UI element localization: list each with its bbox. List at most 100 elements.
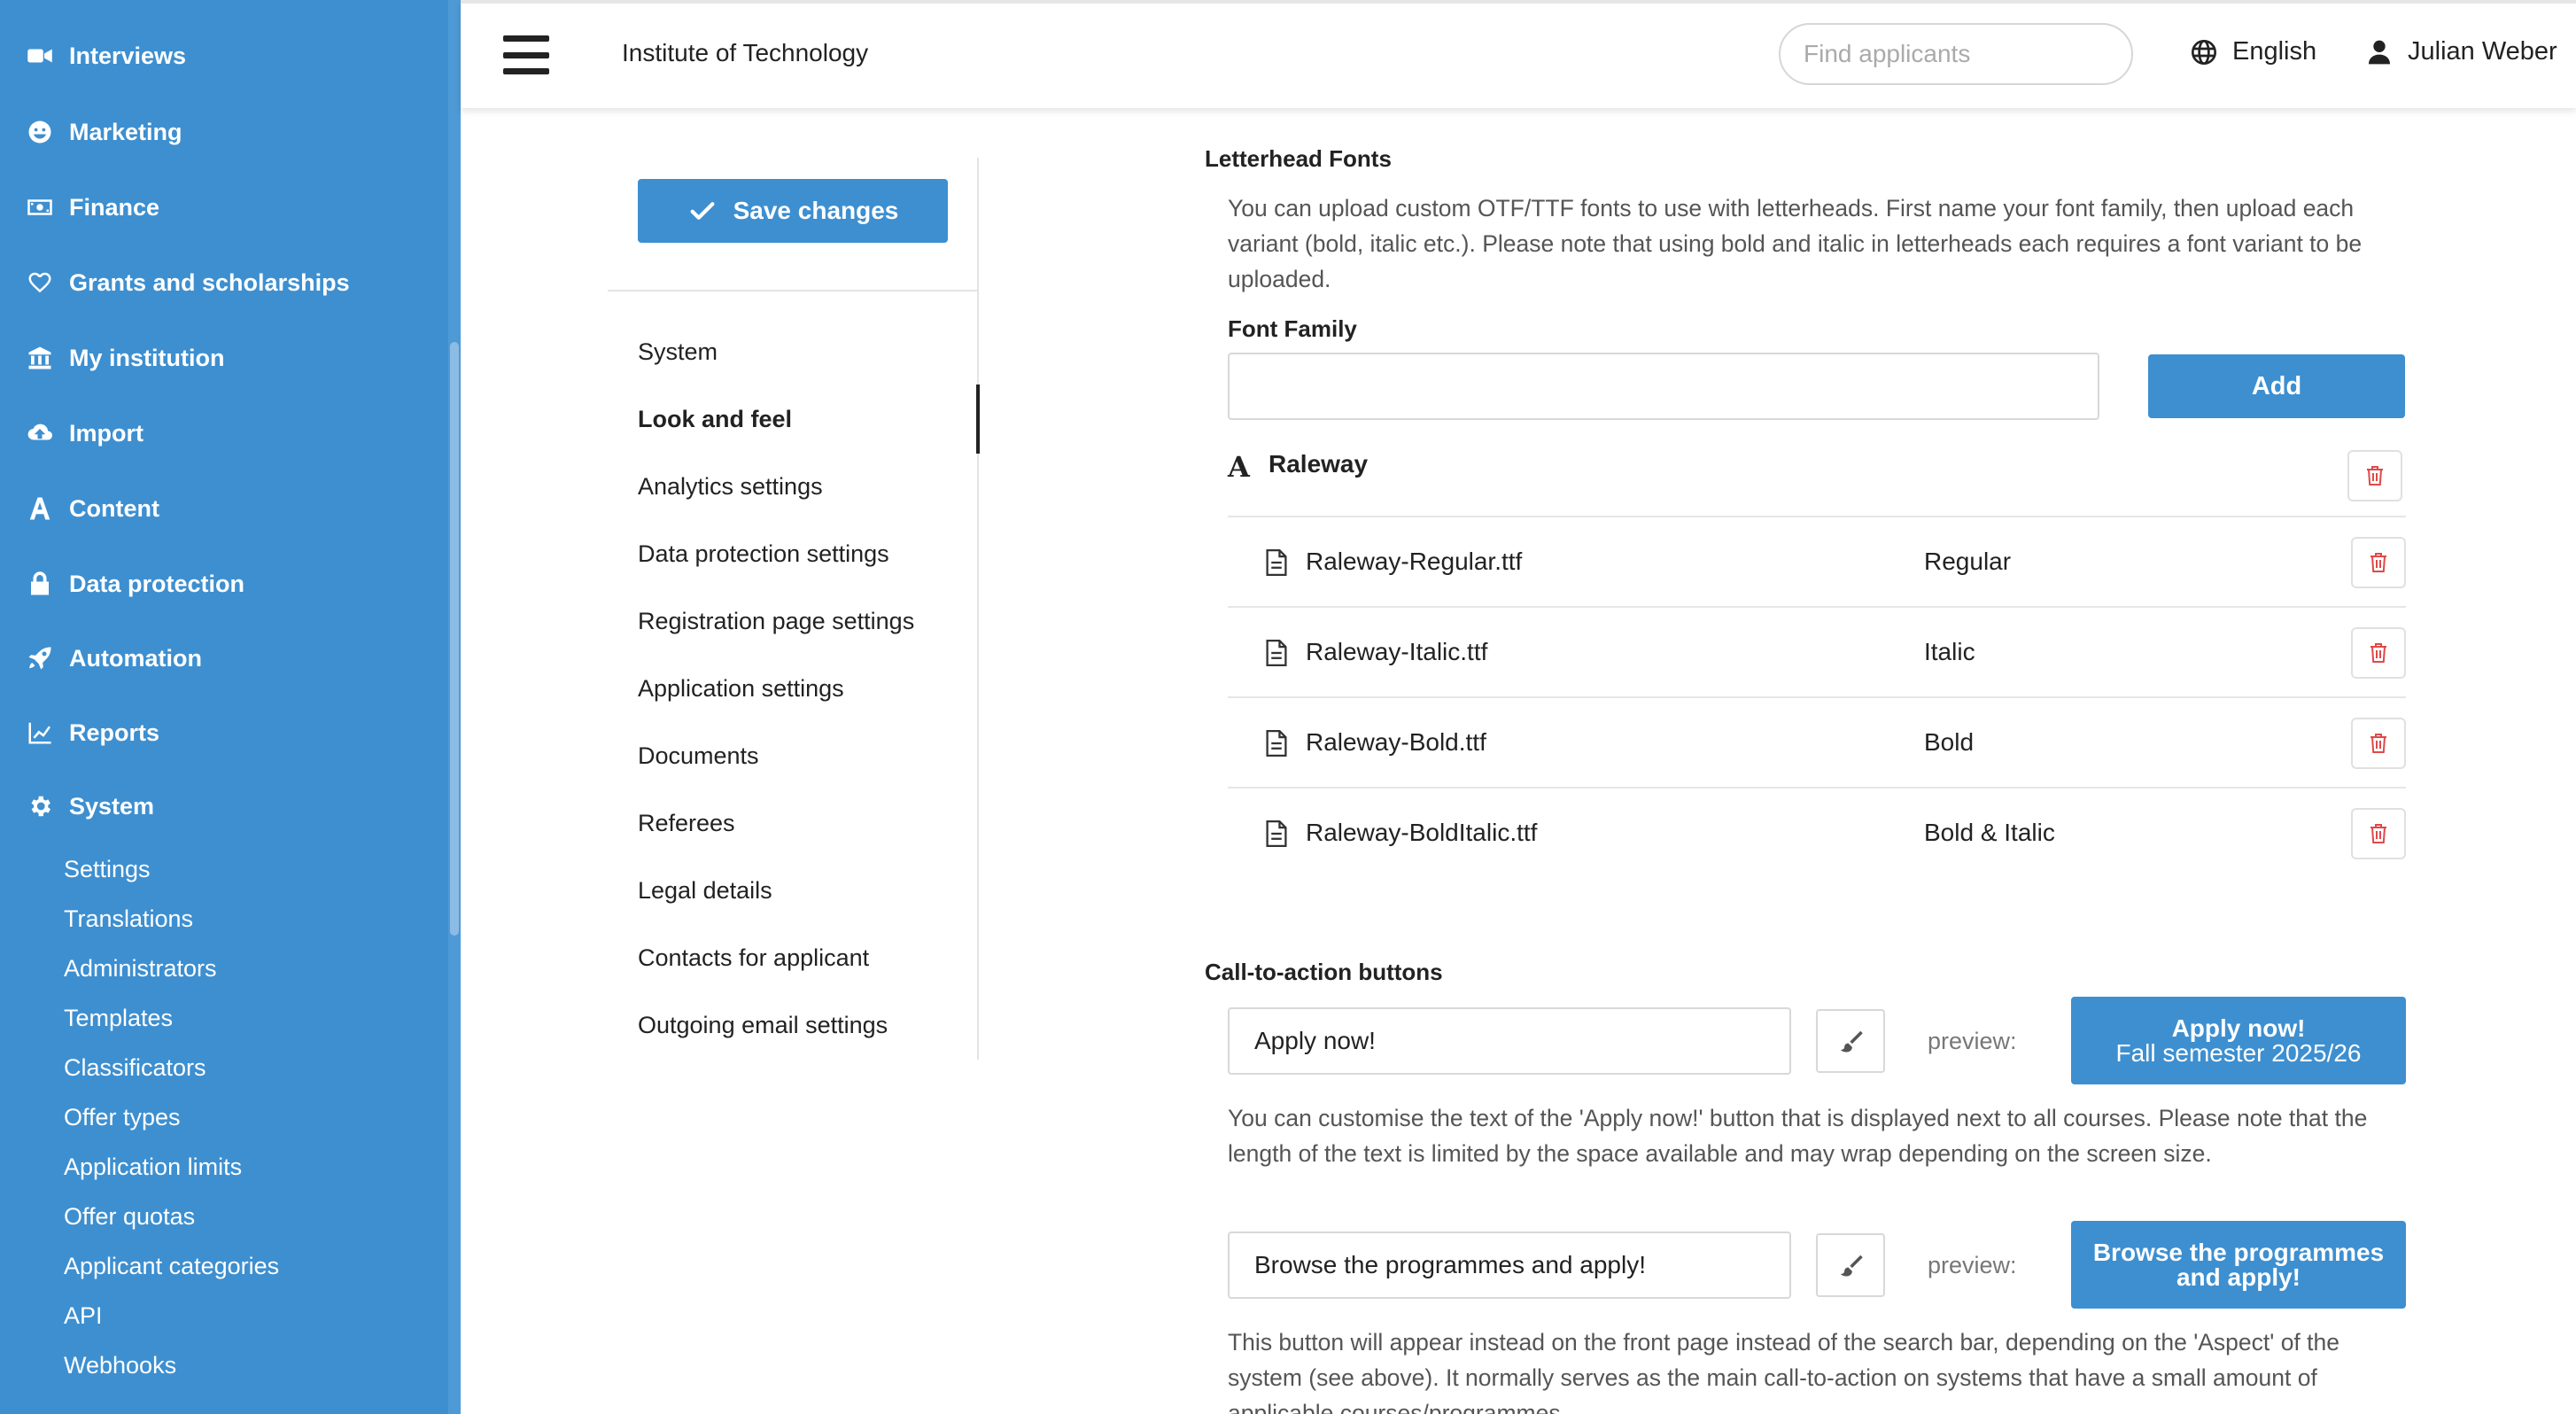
sidebar-item-label: Finance — [69, 193, 160, 221]
trash-icon — [2370, 553, 2386, 572]
sidebar-subitem-application-limits[interactable]: Application limits — [64, 1146, 242, 1188]
font-file-name: Raleway-BoldItalic.ttf — [1306, 819, 1538, 846]
sidebar-subitem-webhooks[interactable]: Webhooks — [64, 1344, 176, 1387]
cta-apply-description: You can customise the text of the 'Apply… — [1228, 1105, 2368, 1167]
bank-icon — [25, 343, 55, 373]
menu-item-data-protection-settings[interactable]: Data protection settings — [638, 540, 889, 568]
font-family-row: A Raleway — [1228, 441, 2406, 517]
hamburger-menu-icon[interactable] — [503, 35, 549, 74]
sidebar-scrollbar-thumb[interactable] — [450, 342, 459, 936]
add-font-button[interactable]: Add — [2148, 354, 2405, 418]
sidebar-item-system[interactable]: System — [25, 780, 154, 833]
sidebar-item-label: Grants and scholarships — [69, 268, 350, 296]
sidebar-scrollbar[interactable] — [448, 0, 461, 1414]
font-variant-row: Raleway-Italic.ttf Italic — [1228, 608, 2406, 698]
cta-browse-preview-line2: and apply! — [2176, 1262, 2301, 1291]
menu-item-referees[interactable]: Referees — [638, 810, 735, 837]
sidebar-subitem-templates[interactable]: Templates — [64, 997, 173, 1039]
delete-variant-button[interactable] — [2351, 537, 2406, 588]
cta-buttons-title: Call-to-action buttons — [1205, 959, 1443, 985]
cta-browse-description: This button will appear instead on the f… — [1228, 1329, 2339, 1414]
save-changes-button[interactable]: Save changes — [638, 179, 948, 243]
menu-item-registration-page-settings[interactable]: Registration page settings — [638, 608, 914, 635]
sidebar-subitem-classificators[interactable]: Classificators — [64, 1046, 206, 1089]
sidebar-item-import[interactable]: Import — [25, 407, 144, 460]
user-name: Julian Weber — [2408, 37, 2557, 66]
language-selector[interactable]: English — [2190, 37, 2316, 66]
cta-browse-input[interactable] — [1228, 1231, 1791, 1299]
sidebar-item-data-protection[interactable]: Data protection — [25, 557, 244, 610]
font-family-label: Font Family — [1228, 315, 1357, 342]
font-variant-row: Raleway-BoldItalic.ttf Bold & Italic — [1228, 789, 2406, 879]
video-camera-icon — [25, 41, 55, 71]
cta-apply-preview-line2: Fall semester 2025/26 — [2115, 1038, 2362, 1067]
line-chart-icon — [25, 718, 55, 748]
globe-icon — [2192, 39, 2216, 65]
sidebar-item-label: Automation — [69, 644, 202, 672]
delete-family-button[interactable] — [2347, 450, 2402, 501]
user-menu[interactable]: Julian Weber — [2365, 37, 2557, 66]
font-file-name: Raleway-Italic.ttf — [1306, 638, 1488, 665]
heart-icon — [25, 268, 55, 298]
sidebar-item-label: Marketing — [69, 118, 182, 145]
rocket-icon — [25, 643, 55, 673]
cta-apply-preview-label: preview: — [1928, 1028, 2017, 1054]
smiley-icon — [25, 117, 55, 147]
sidebar-subitem-api[interactable]: API — [64, 1294, 103, 1337]
font-family-input[interactable] — [1228, 353, 2099, 420]
delete-variant-button[interactable] — [2351, 718, 2406, 769]
delete-variant-button[interactable] — [2351, 627, 2406, 679]
sidebar-item-content[interactable]: Content — [25, 482, 159, 535]
sidebar-subitem-offer-types[interactable]: Offer types — [64, 1096, 181, 1138]
font-variant-type: Bold — [1924, 728, 1975, 756]
search-box[interactable] — [1779, 23, 2133, 85]
lock-icon — [25, 569, 55, 599]
sidebar-item-finance[interactable]: Finance — [25, 181, 159, 234]
menu-item-outgoing-email-settings[interactable]: Outgoing email settings — [638, 1012, 888, 1039]
menu-item-legal-details[interactable]: Legal details — [638, 877, 772, 905]
sidebar-subitem-applicant-categories[interactable]: Applicant categories — [64, 1245, 279, 1287]
money-bill-icon — [25, 192, 55, 222]
sidebar-item-interviews[interactable]: Interviews — [25, 29, 186, 82]
sidebar-item-label: Content — [69, 494, 159, 522]
cta-apply-preview-button[interactable]: Apply now! Fall semester 2025/26 — [2071, 997, 2406, 1084]
sidebar: Interviews Marketing Finance Grants and … — [0, 0, 461, 1414]
menu-item-analytics-settings[interactable]: Analytics settings — [638, 473, 823, 501]
sidebar-subitem-translations[interactable]: Translations — [64, 897, 193, 940]
cta-browse-preview-line1: Browse the programmes — [2092, 1238, 2385, 1266]
menu-item-documents[interactable]: Documents — [638, 742, 759, 770]
menu-item-look-and-feel[interactable]: Look and feel — [638, 406, 792, 433]
sidebar-subitem-administrators[interactable]: Administrators — [64, 947, 217, 990]
letterhead-fonts-title: Letterhead Fonts — [1205, 145, 1392, 172]
letterhead-fonts-description: You can upload custom OTF/TTF fonts to u… — [1228, 195, 2363, 292]
sidebar-item-my-institution[interactable]: My institution — [25, 331, 224, 385]
save-changes-label: Save changes — [733, 197, 899, 224]
cta-apply-preview-line1: Apply now! — [2171, 1014, 2306, 1042]
font-variant-row: Raleway-Bold.ttf Bold — [1228, 698, 2406, 789]
user-icon — [2369, 40, 2390, 64]
sidebar-item-label: Reports — [69, 719, 160, 746]
menu-item-contacts-for-applicant[interactable]: Contacts for applicant — [638, 944, 869, 972]
sidebar-item-reports[interactable]: Reports — [25, 706, 159, 759]
sidebar-subitem-settings[interactable]: Settings — [64, 848, 151, 890]
sidebar-item-label: My institution — [69, 344, 225, 371]
sidebar-item-automation[interactable]: Automation — [25, 632, 202, 685]
delete-variant-button[interactable] — [2351, 808, 2406, 859]
cta-browse-preview-button[interactable]: Browse the programmes and apply! — [2071, 1221, 2406, 1309]
file-icon — [1266, 640, 1287, 666]
institution-title: Institute of Technology — [622, 39, 869, 66]
sidebar-item-grants[interactable]: Grants and scholarships — [25, 256, 350, 309]
sidebar-item-marketing[interactable]: Marketing — [25, 105, 182, 159]
trash-icon — [2370, 734, 2386, 753]
sidebar-subitem-offer-quotas[interactable]: Offer quotas — [64, 1195, 195, 1238]
font-variant-type: Italic — [1924, 638, 1975, 665]
menu-item-application-settings[interactable]: Application settings — [638, 675, 844, 703]
menu-item-system[interactable]: System — [638, 338, 718, 366]
search-input[interactable] — [1804, 40, 2123, 68]
gear-icon — [25, 791, 55, 821]
cta-browse-color-button[interactable] — [1816, 1233, 1885, 1297]
cta-browse-preview-label: preview: — [1928, 1252, 2017, 1278]
cta-apply-color-button[interactable] — [1816, 1009, 1885, 1073]
cta-apply-input[interactable] — [1228, 1007, 1791, 1075]
sidebar-item-label: System — [69, 792, 155, 820]
